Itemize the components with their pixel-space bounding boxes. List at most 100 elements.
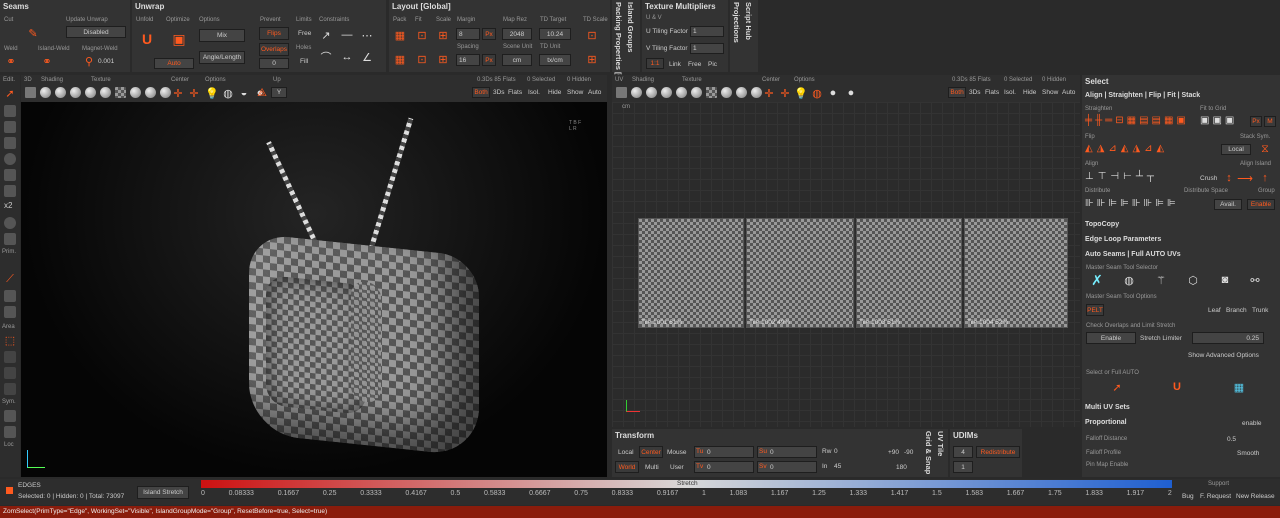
in-value[interactable]: 45 <box>834 463 841 470</box>
island-groups-tab[interactable]: Island Groups <box>626 2 635 52</box>
grid-plane-icon[interactable]: ◍ <box>221 86 235 100</box>
up-axis-select[interactable]: Y <box>271 87 287 98</box>
uv-tile-1002[interactable]: Tile 1002 49% <box>746 218 854 328</box>
free-label[interactable]: Free <box>298 30 311 37</box>
script-hub-tab[interactable]: Script Hub <box>744 2 753 40</box>
center-crosshair-icon[interactable]: ✛ <box>171 86 185 100</box>
transform-user-button[interactable]: User <box>670 464 684 471</box>
fit-grid-px[interactable]: Px <box>1250 116 1262 127</box>
straighten-icons[interactable]: ╪╫═⊟▦▤▤▦▣ <box>1085 115 1189 126</box>
align-island-up-icon[interactable]: ↑ <box>1258 171 1272 185</box>
bulb-icon[interactable]: 💡 <box>205 86 219 100</box>
tool-12-icon[interactable] <box>4 367 16 379</box>
spacing-px-toggle[interactable]: Px <box>482 54 496 66</box>
uv-tile-1003[interactable]: Tile 1003 51% <box>856 218 962 328</box>
edge-loop-header[interactable]: Edge Loop Parameters <box>1085 236 1161 243</box>
vpuv-both-button[interactable]: Both <box>948 87 966 98</box>
stack-local-select[interactable]: Local <box>1221 144 1251 155</box>
tex-ball-icon[interactable] <box>130 87 141 98</box>
distribute-icons[interactable]: ⊪⊪⊫⊫⊪⊪⊫⊫ <box>1085 198 1179 209</box>
rotate-minus90-button[interactable]: -90 <box>904 449 913 456</box>
free-button[interactable]: Free <box>688 61 701 68</box>
vpuv-flats-button[interactable]: Flats <box>985 89 999 96</box>
align-island-icon[interactable]: ↕ <box>1222 171 1236 185</box>
pic-button[interactable]: Pic <box>708 61 717 68</box>
prevent-value[interactable]: 0 <box>259 58 289 69</box>
uv-center-crosshair-icon[interactable]: ✛ <box>762 86 776 100</box>
distribute-avail-select[interactable]: Avail. <box>1214 199 1242 210</box>
auto-unwrap-icon[interactable]: U <box>1170 380 1184 394</box>
uv-tex-sphere-icon[interactable] <box>691 87 702 98</box>
magnet-weld-value[interactable]: 0.001 <box>98 58 114 65</box>
vpuv-shading-icons[interactable] <box>616 87 766 98</box>
show-advanced-toggle[interactable]: Show Advanced Options <box>1188 352 1259 359</box>
tool-6-icon[interactable] <box>4 185 16 197</box>
seam-box-icon[interactable]: ◙ <box>1218 273 1232 287</box>
tool-10-icon[interactable] <box>4 306 16 318</box>
fit-2-icon[interactable]: ⊡ <box>415 52 429 66</box>
constraint-curve-icon[interactable]: ⌒ <box>319 50 333 64</box>
feature-request-button[interactable]: F. Request <box>1200 493 1231 500</box>
margin-px-toggle[interactable]: Px <box>482 28 496 40</box>
new-release-button[interactable]: New Release <box>1236 493 1275 500</box>
tool-9-icon[interactable] <box>4 290 16 302</box>
unfold-icon[interactable]: U <box>140 31 154 47</box>
bug-button[interactable]: Bug <box>1182 493 1194 500</box>
transform-mouse-button[interactable]: Mouse <box>667 449 687 456</box>
vpuv-hide-button[interactable]: Hide <box>1023 89 1036 96</box>
rotate-plus90-button[interactable]: +90 <box>888 449 899 456</box>
seam-cube-icon[interactable]: ⬡ <box>1186 273 1200 287</box>
pack-2-icon[interactable]: ▦ <box>393 52 407 66</box>
udims-count-input[interactable]: 4 <box>953 446 973 458</box>
align-island-arrow-icon[interactable]: ⟶ <box>1237 171 1253 185</box>
uv-tex-cube-icon[interactable] <box>736 87 747 98</box>
uv-checker-icon[interactable] <box>706 87 717 98</box>
select-arrow-icon[interactable]: ➚ <box>3 86 17 100</box>
fit-icon[interactable]: ⊡ <box>415 28 429 42</box>
overlaps-toggle[interactable]: Overlaps <box>259 43 289 56</box>
uv-sphere-flat-icon[interactable]: ● <box>826 86 840 100</box>
stretch-limiter-input[interactable]: 0.25 <box>1192 332 1264 344</box>
tool-13-icon[interactable] <box>4 383 16 395</box>
seam-x-icon[interactable]: ✗ <box>1090 272 1104 288</box>
angle-length-select[interactable]: Angle/Length <box>199 51 245 64</box>
auto-pack-icon[interactable]: ▦ <box>1232 380 1246 394</box>
redistribute-button[interactable]: Redistribute <box>976 446 1020 458</box>
spacing-input[interactable]: 16 <box>456 54 480 66</box>
sphere-lines-icon[interactable]: ◒ <box>237 86 251 100</box>
metric-select[interactable]: Island Stretch <box>137 486 189 499</box>
select-header[interactable]: Select <box>1085 77 1109 86</box>
stack-sym-icon[interactable]: ⧖ <box>1258 142 1272 156</box>
auto-seams-header[interactable]: Auto Seams | Full AUTO UVs <box>1085 251 1181 258</box>
uv-tex-pattern-icon[interactable] <box>751 87 762 98</box>
u-tiling-input[interactable]: 1 <box>690 26 724 37</box>
transform-world-button[interactable]: World <box>615 461 639 473</box>
packing-properties-tab[interactable]: Packing Properties [G <box>614 2 623 80</box>
wire-sphere-icon[interactable] <box>40 87 51 98</box>
uv-frame-icon[interactable] <box>616 87 627 98</box>
vpuv-isol-button[interactable]: Isol. <box>1004 89 1016 96</box>
fill-label[interactable]: Fill <box>300 58 308 65</box>
tool-11-icon[interactable] <box>4 351 16 363</box>
topocopy-header[interactable]: TopoCopy <box>1085 221 1119 228</box>
check-enable-button[interactable]: Enable <box>1086 332 1136 344</box>
grid-snap-tab[interactable]: Grid & Snap <box>924 431 933 474</box>
frame-icon[interactable] <box>25 87 36 98</box>
align-header[interactable]: Align | Straighten | Flip | Fit | Stack <box>1085 92 1200 99</box>
tex-pattern-icon[interactable] <box>160 87 171 98</box>
uv-sphere-dark-icon[interactable]: ● <box>844 86 858 100</box>
uv-shaded-sphere-icon[interactable] <box>661 87 672 98</box>
udims-tile-input[interactable]: 1 <box>953 461 973 473</box>
ratio-button[interactable]: 1:1 <box>646 58 664 69</box>
vp3d-flats-button[interactable]: Flats <box>508 89 522 96</box>
seam-human-icon[interactable]: ⚚ <box>1154 273 1168 287</box>
branch-button[interactable]: Branch <box>1226 307 1247 314</box>
vpuv-show-button[interactable]: Show <box>1042 89 1058 96</box>
scene-unit-select[interactable]: cm <box>502 54 532 66</box>
map-rez-select[interactable]: 2048 <box>502 28 532 40</box>
trunk-button[interactable]: Trunk <box>1252 307 1268 314</box>
center-move-icon[interactable]: ✛ <box>187 86 201 100</box>
uv-tile-1001[interactable]: Tile 1001 61% <box>638 218 744 328</box>
auto-select-arrow-icon[interactable]: ➚ <box>1110 380 1124 394</box>
vp3d-isol-button[interactable]: Isol. <box>528 89 540 96</box>
